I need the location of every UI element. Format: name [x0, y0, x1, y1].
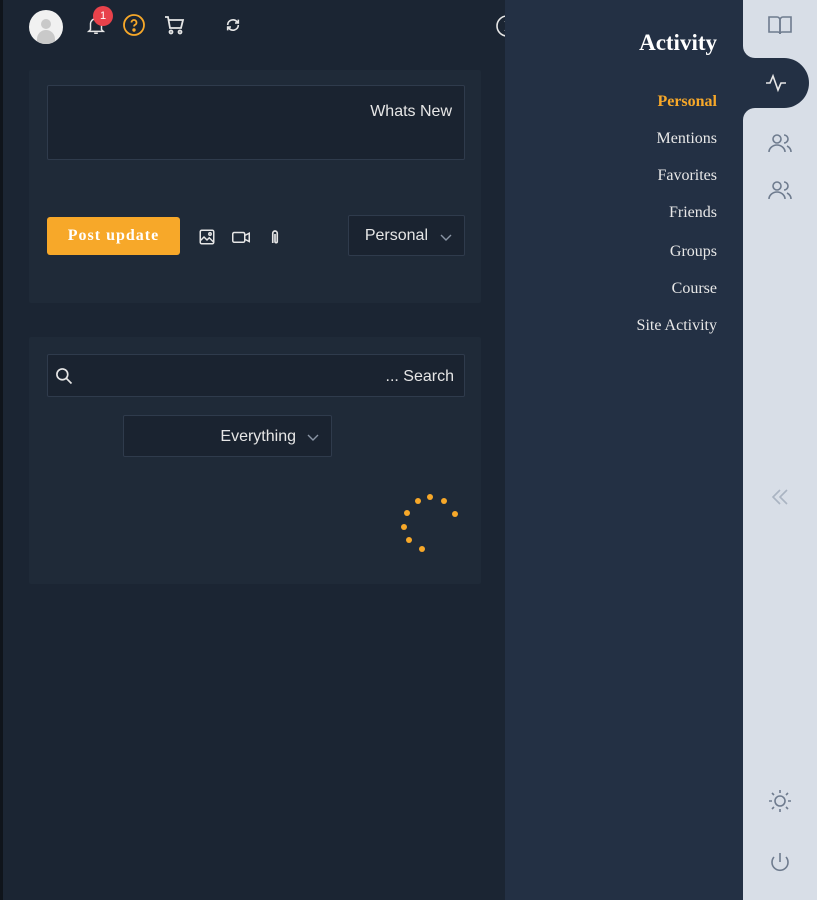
video-upload-icon[interactable] — [230, 226, 252, 248]
collapse-left-icon[interactable] — [743, 472, 817, 522]
rail-notch-top — [743, 46, 763, 58]
image-upload-icon[interactable] — [196, 226, 218, 248]
subnav-item-site-activity[interactable]: Site Activity — [637, 317, 717, 335]
attachment-icon[interactable] — [264, 226, 286, 248]
cart-icon[interactable] — [161, 12, 187, 38]
avatar-body — [37, 30, 55, 44]
privacy-select-value: Personal — [364, 227, 428, 244]
search-icon — [54, 366, 74, 386]
right-rail — [743, 0, 817, 900]
loading-spinner — [395, 489, 465, 559]
post-composer: Whats New Post update Personal — [29, 70, 481, 303]
subnav-item-personal[interactable]: Personal — [657, 93, 717, 111]
main-content: 1 Whats New Post update Personal ... Sea… — [0, 0, 518, 900]
users-icon[interactable] — [743, 118, 817, 168]
subnav-item-course[interactable]: Course — [672, 280, 717, 298]
members-icon[interactable] — [743, 165, 817, 215]
subnav-title: Activity — [639, 30, 717, 55]
book-icon[interactable] — [743, 0, 817, 50]
power-icon[interactable] — [743, 838, 817, 888]
top-bar: 1 — [3, 0, 518, 52]
help-icon[interactable] — [121, 12, 147, 38]
sun-icon[interactable] — [743, 776, 817, 826]
notification-badge: 1 — [93, 6, 113, 26]
post-update-button[interactable]: Post update — [47, 217, 180, 255]
activity-subnav: Activity Personal Mentions Favorites Fri… — [505, 0, 743, 900]
activity-feed: ... Search Everything — [29, 337, 481, 584]
chevron-down-icon — [307, 430, 319, 442]
search-placeholder: ... Search — [385, 368, 454, 385]
activity-filter-select[interactable]: Everything — [123, 415, 332, 457]
avatar-head — [41, 19, 51, 29]
whats-new-textarea[interactable]: Whats New — [47, 85, 465, 160]
activity-icon[interactable] — [743, 58, 809, 108]
subnav-item-mentions[interactable]: Mentions — [657, 130, 717, 148]
privacy-select[interactable]: Personal — [348, 215, 465, 256]
chevron-down-icon — [440, 230, 452, 242]
avatar[interactable] — [29, 10, 63, 44]
whats-new-placeholder: Whats New — [370, 103, 452, 120]
subnav-item-favorites[interactable]: Favorites — [657, 167, 717, 185]
subnav-item-groups[interactable]: Groups — [670, 243, 717, 261]
subnav-item-friends[interactable]: Friends — [669, 204, 717, 222]
refresh-icon[interactable] — [220, 12, 246, 38]
filter-select-value: Everything — [220, 428, 296, 445]
activity-search-input[interactable]: ... Search — [47, 354, 465, 397]
